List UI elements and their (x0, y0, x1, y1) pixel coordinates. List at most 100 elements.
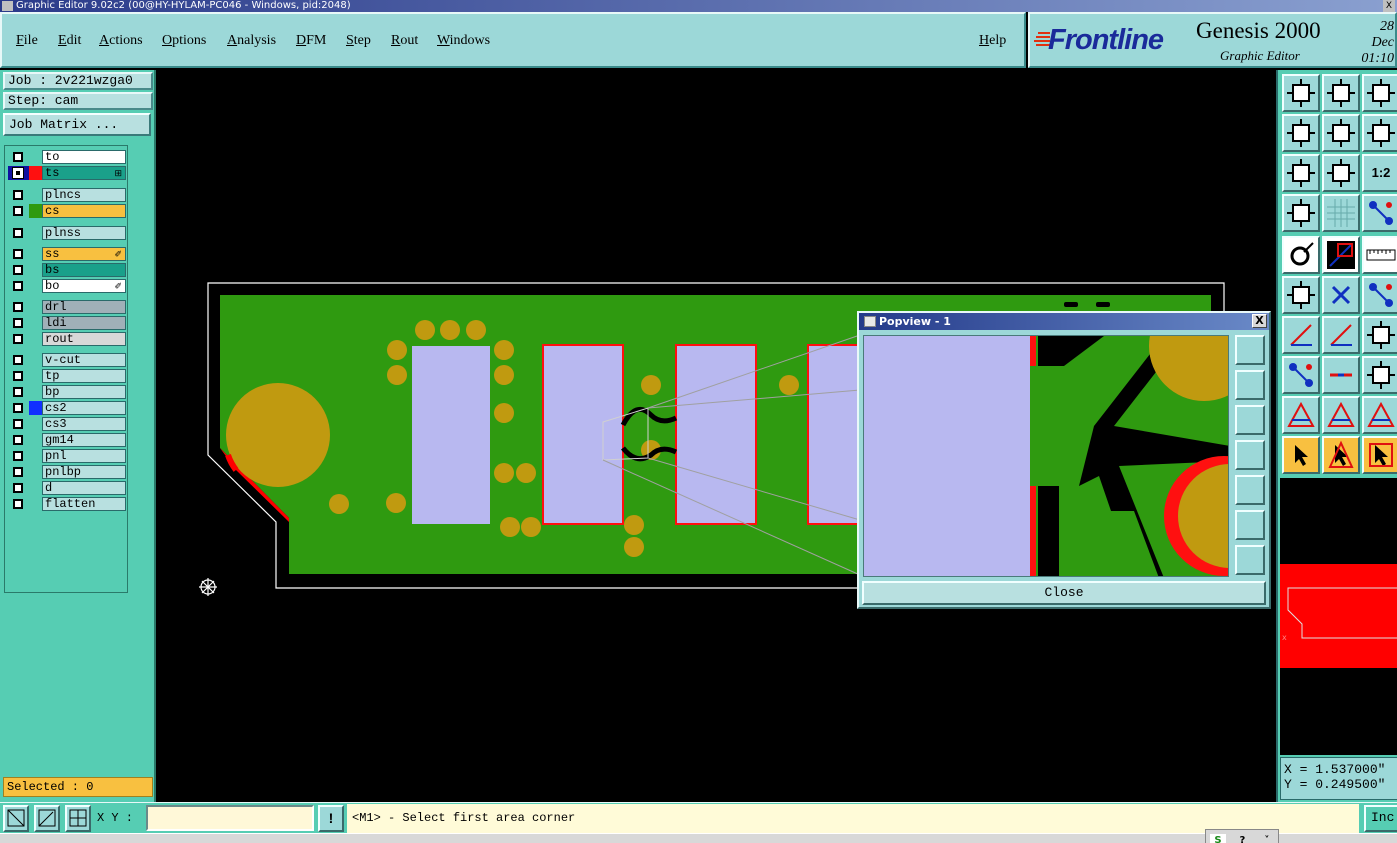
layer-row[interactable]: drl (8, 300, 126, 314)
tray-s-icon[interactable]: S (1210, 834, 1226, 843)
home-icon[interactable] (1362, 74, 1397, 112)
triangle-icon[interactable] (1282, 396, 1320, 434)
layer-name[interactable]: bp (42, 385, 126, 399)
layer-checkbox[interactable] (13, 265, 23, 275)
ruler-icon[interactable] (1362, 236, 1397, 274)
layer-row[interactable]: cs2 (8, 401, 126, 415)
pointer-icon[interactable] (1282, 436, 1320, 474)
layer-name[interactable]: tp (42, 369, 126, 383)
layer-row[interactable]: bs (8, 263, 126, 277)
layer-checkbox[interactable] (13, 451, 23, 461)
layer-row[interactable]: plncs (8, 188, 126, 202)
zoom-home-icon[interactable] (1282, 74, 1320, 112)
tray-help-icon[interactable]: ? (1234, 834, 1250, 843)
layer-name[interactable]: ss ✐ (42, 247, 126, 261)
warning-button[interactable]: ! (318, 805, 344, 832)
menu-help[interactable]: Help (979, 33, 1006, 49)
popview-pan-right-icon[interactable] (1235, 475, 1265, 505)
layer-row[interactable]: ldi (8, 316, 126, 330)
layer-row[interactable]: rout (8, 332, 126, 346)
layer-checkbox[interactable] (13, 483, 23, 493)
layer-row[interactable]: ss ✐ (8, 247, 126, 261)
undo-view-icon[interactable] (1362, 114, 1397, 152)
layer-checkbox[interactable] (13, 302, 23, 312)
layer-row[interactable]: plnss (8, 226, 126, 240)
popview-canvas[interactable] (863, 335, 1229, 577)
layer-checkbox[interactable] (13, 499, 23, 509)
layer-name[interactable]: rout (42, 332, 126, 346)
menu-edit[interactable]: Edit (58, 33, 81, 49)
layer-row[interactable]: pnlbp (8, 465, 126, 479)
settings-icon[interactable] (1282, 194, 1320, 232)
menu-analysis[interactable]: Analysis (227, 33, 276, 49)
layer-name[interactable]: ldi (42, 316, 126, 330)
layer-name[interactable]: cs2 (42, 401, 126, 415)
layer-checkbox[interactable] (13, 435, 23, 445)
layer-row[interactable]: ts ⊞ (8, 166, 126, 180)
rotate-icon[interactable] (1362, 316, 1397, 354)
layer-name[interactable]: drl (42, 300, 126, 314)
layer-checkbox[interactable] (13, 281, 23, 291)
layer-name[interactable]: bo ✐ (42, 279, 126, 293)
layer-row[interactable]: bo ✐ (8, 279, 126, 293)
layer-row[interactable]: cs (8, 204, 126, 218)
layer-row[interactable]: gm14 (8, 433, 126, 447)
menu-windows[interactable]: Windows (437, 33, 490, 49)
layer-row[interactable]: tp (8, 369, 126, 383)
connect-icon[interactable] (1362, 276, 1397, 314)
pan-right-icon[interactable] (1322, 114, 1360, 152)
layer-checkbox[interactable] (13, 387, 23, 397)
window-close-button[interactable]: X (1383, 0, 1395, 12)
line-icon[interactable] (1322, 316, 1360, 354)
layer-checkbox[interactable] (13, 206, 23, 216)
menu-step[interactable]: Step (346, 33, 371, 49)
menu-file[interactable]: File (16, 33, 38, 49)
layer-name[interactable]: plncs (42, 188, 126, 202)
layer-name[interactable]: to (42, 150, 126, 164)
popview-pan-left-icon[interactable] (1235, 440, 1265, 470)
layer-checkbox[interactable] (13, 355, 23, 365)
layer-name[interactable]: v-cut (42, 353, 126, 367)
angle-icon[interactable] (1282, 316, 1320, 354)
popview-window[interactable]: Popview - 1 X Close (857, 311, 1271, 609)
layer-checkbox[interactable] (13, 334, 23, 344)
layer-checkbox[interactable] (13, 190, 23, 200)
layer-name[interactable]: pnlbp (42, 465, 126, 479)
measure-icon[interactable] (1322, 236, 1360, 274)
scale-1-2-icon[interactable]: 1:2 (1362, 154, 1397, 192)
popview-center-icon[interactable] (1235, 545, 1265, 575)
layer-name[interactable]: ts ⊞ (42, 166, 126, 180)
popview-zoom-in-icon[interactable] (1235, 335, 1265, 365)
layer-name[interactable]: gm14 (42, 433, 126, 447)
angle-mode-icon[interactable] (34, 805, 60, 832)
layer-checkbox[interactable] (13, 419, 23, 429)
layer-checkbox[interactable] (13, 403, 23, 413)
tray-arrow-icon[interactable]: ˅ (1259, 834, 1275, 843)
layer-checkbox[interactable] (13, 228, 23, 238)
popview-titlebar[interactable]: Popview - 1 X (859, 313, 1269, 330)
menu-actions[interactable]: Actions (99, 33, 143, 49)
pan-left-icon[interactable] (1282, 114, 1320, 152)
net-icon[interactable] (1362, 194, 1397, 232)
fit-screen-icon[interactable] (1282, 154, 1320, 192)
layer-checkbox[interactable] (13, 467, 23, 477)
layer-row[interactable]: d (8, 481, 126, 495)
menu-options[interactable]: Options (162, 33, 206, 49)
snap-icon[interactable] (1282, 236, 1320, 274)
layer-name[interactable]: plnss (42, 226, 126, 240)
pointer-box-icon[interactable] (1322, 436, 1360, 474)
triangle-outline-icon[interactable] (1362, 396, 1397, 434)
center-icon[interactable] (1322, 154, 1360, 192)
layer-name[interactable]: cs (42, 204, 126, 218)
layer-row[interactable]: v-cut (8, 353, 126, 367)
layer-checkbox[interactable] (13, 249, 23, 259)
layer-row[interactable]: bp (8, 385, 126, 399)
popview-pan-up-icon[interactable] (1235, 370, 1265, 400)
grid-icon[interactable] (1322, 194, 1360, 232)
step-minimap[interactable]: x (1280, 478, 1397, 755)
layer-name[interactable]: flatten (42, 497, 126, 511)
xy-input[interactable] (146, 805, 314, 831)
layer-name[interactable]: d (42, 481, 126, 495)
layer-name[interactable]: cs3 (42, 417, 126, 431)
cross-icon[interactable] (1322, 276, 1360, 314)
